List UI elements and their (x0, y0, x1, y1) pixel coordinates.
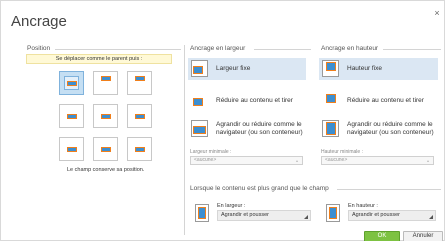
height-option-shrink[interactable]: Réduire au contenu et tirer (319, 90, 438, 112)
width-option-shrink[interactable]: Réduire au contenu et tirer (188, 90, 306, 112)
position-hint: Se déplacer comme le parent puis : (26, 54, 172, 64)
position-marker (135, 114, 145, 119)
height-option-shrink-label: Réduire au contenu et tirer (347, 97, 424, 104)
height-option-fixed-label: Hauteur fixe (347, 65, 383, 72)
overflow-width-select[interactable]: Agrandir et pousser (217, 210, 311, 221)
position-cell-middle-right[interactable] (127, 104, 152, 128)
min-height-value: <aucune> (325, 157, 348, 163)
fixed-height-icon (322, 60, 339, 77)
spinner-icon[interactable]: ▴ (427, 158, 432, 163)
position-cell-top-center[interactable] (93, 71, 118, 95)
height-anchor-label: Ancrage en hauteur (321, 45, 379, 52)
position-marker (101, 114, 111, 119)
overflow-width-value: Agrandir et pousser (221, 212, 269, 218)
width-option-grow[interactable]: Agrandir ou réduire comme le navigateur … (188, 118, 312, 144)
overflow-section-line (337, 189, 441, 190)
height-anchor-line (383, 49, 441, 50)
position-cell-bottom-center[interactable] (93, 137, 118, 161)
anchoring-dialog: Ancrage × Position Se déplacer comme le … (0, 0, 445, 241)
min-height-field[interactable]: <aucune> ▴ (321, 156, 434, 165)
position-marker (101, 76, 111, 81)
position-marker (67, 81, 77, 86)
ok-button[interactable]: OK (364, 231, 400, 241)
width-anchor-label: Ancrage en largeur (190, 45, 246, 52)
min-width-value: <aucune> (194, 157, 217, 163)
position-cell-middle-left[interactable] (59, 104, 84, 128)
width-option-fixed-label: Largeur fixe (216, 65, 251, 72)
position-cell-middle-center[interactable] (93, 104, 118, 128)
position-group-line (55, 49, 181, 50)
overflow-section-label: Lorsque le contenu est plus grand que le… (190, 185, 329, 192)
group-divider (184, 45, 185, 235)
position-marker (67, 114, 77, 119)
spinner-icon[interactable]: ▴ (296, 158, 301, 163)
dropdown-icon (304, 215, 308, 219)
height-option-grow-label: Agrandir ou réduire comme le navigateur … (347, 121, 434, 136)
width-anchor-line (254, 49, 311, 50)
position-marker (67, 147, 77, 152)
overflow-width-label: En largeur : (217, 203, 246, 209)
dialog-title: Ancrage (11, 13, 67, 30)
position-cell-top-right[interactable] (127, 71, 152, 95)
overflow-height-icon (326, 204, 340, 222)
overflow-height-select[interactable]: Agrandir et pousser (348, 210, 436, 221)
shrink-height-icon (322, 92, 339, 109)
min-width-field[interactable]: <aucune> ▴ (190, 156, 303, 165)
grow-width-icon (191, 120, 208, 137)
min-height-label: Hauteur minimale : (321, 149, 363, 155)
cancel-button[interactable]: Annuler (403, 231, 443, 241)
close-icon[interactable]: × (432, 8, 442, 18)
height-option-fixed[interactable]: Hauteur fixe (319, 58, 438, 80)
width-option-grow-label: Agrandir ou réduire comme le navigateur … (216, 121, 303, 136)
position-caption: Le champ conserve sa position. (67, 167, 145, 173)
shrink-width-icon (191, 92, 208, 109)
overflow-height-value: Agrandir et pousser (352, 212, 400, 218)
fixed-width-icon (191, 60, 208, 77)
position-cell-top-left[interactable] (59, 71, 84, 95)
position-marker (101, 147, 111, 152)
position-cell-bottom-left[interactable] (59, 137, 84, 161)
width-option-shrink-label: Réduire au contenu et tirer (216, 97, 293, 104)
dropdown-icon (429, 215, 433, 219)
position-marker (135, 76, 145, 81)
overflow-height-label: En hauteur : (348, 203, 378, 209)
overflow-width-icon (195, 204, 209, 222)
grow-height-icon (322, 120, 339, 137)
position-group-label: Position (27, 45, 51, 52)
height-option-grow[interactable]: Agrandir ou réduire comme le navigateur … (319, 118, 443, 144)
width-option-fixed[interactable]: Largeur fixe (188, 58, 306, 80)
position-marker (135, 147, 145, 152)
position-cell-bottom-right[interactable] (127, 137, 152, 161)
min-width-label: Largeur minimale : (190, 149, 232, 155)
